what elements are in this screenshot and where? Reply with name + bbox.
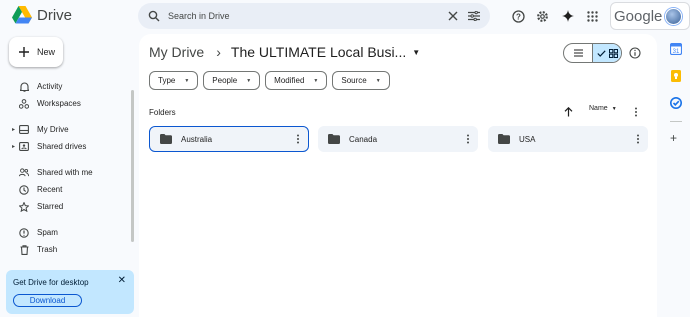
sidebar-item-spam[interactable]: Spam (0, 224, 130, 241)
expand-caret-icon[interactable]: ▸ (12, 143, 15, 150)
dropdown-arrow-icon: ▼ (184, 77, 190, 84)
download-button[interactable]: Download (13, 294, 82, 307)
sort-label: Name (589, 105, 608, 112)
side-panel-rail: 31 + (662, 34, 690, 317)
more-options-icon[interactable] (636, 134, 640, 144)
close-icon[interactable] (448, 11, 458, 21)
account-switcher[interactable]: Google (610, 2, 690, 30)
folder-card[interactable]: Australia (149, 126, 309, 152)
breadcrumb: My Drive › The ULTIMATE Local Busi... ▼ (149, 44, 420, 60)
more-options-icon[interactable] (634, 104, 638, 122)
folder-card[interactable]: Canada (318, 126, 478, 152)
sidebar-item-starred[interactable]: Starred (0, 198, 130, 215)
breadcrumb-root[interactable]: My Drive (149, 44, 204, 60)
sort-by-button[interactable]: Name ▼ (589, 105, 617, 112)
dropdown-arrow-icon: ▼ (611, 105, 617, 112)
filter-people[interactable]: People ▼ (203, 71, 261, 90)
my-drive-icon (19, 125, 29, 135)
help-icon[interactable]: ? (511, 9, 525, 23)
sidebar-item-shared-with-me[interactable]: Shared with me (0, 164, 130, 181)
expand-caret-icon[interactable]: ▸ (12, 126, 15, 133)
check-icon (596, 49, 606, 57)
folder-name: USA (519, 134, 536, 144)
info-icon[interactable] (629, 46, 641, 64)
dropdown-arrow-icon: ▼ (375, 77, 381, 84)
view-toggle (563, 43, 622, 63)
keep-icon[interactable] (670, 70, 682, 82)
filter-chips: Type ▼ People ▼ Modified ▼ Source ▼ (149, 71, 390, 90)
avatar[interactable] (665, 7, 683, 25)
sidebar-scrollbar[interactable] (131, 90, 134, 242)
people-icon (19, 168, 29, 178)
sidebar-item-trash[interactable]: Trash (0, 241, 130, 258)
grid-view-button[interactable] (592, 44, 621, 62)
gemini-sparkle-icon[interactable] (561, 9, 575, 23)
calendar-icon[interactable]: 31 (670, 43, 682, 55)
folder-name: Australia (181, 134, 213, 144)
search-icon[interactable] (148, 10, 160, 22)
search-input[interactable]: Search in Drive (168, 11, 448, 21)
trash-icon (19, 244, 29, 255)
tasks-icon[interactable] (670, 97, 682, 109)
shared-drives-icon (19, 142, 29, 152)
folder-card[interactable]: USA (488, 126, 648, 152)
grid-icon (608, 48, 618, 58)
folder-icon (160, 134, 172, 144)
filter-type[interactable]: Type ▼ (149, 71, 199, 90)
workspaces-icon (19, 98, 29, 109)
bell-icon (19, 81, 29, 92)
search-options-icon[interactable] (468, 11, 480, 21)
divider (670, 121, 682, 122)
breadcrumb-current[interactable]: The ULTIMATE Local Busi... (231, 44, 406, 60)
dropdown-arrow-icon[interactable]: ▼ (412, 48, 420, 57)
app-name: Drive (37, 6, 73, 24)
sidebar-item-workspaces[interactable]: Workspaces (0, 95, 130, 112)
list-icon (573, 49, 583, 57)
svg-text:?: ? (516, 12, 521, 21)
main-content: My Drive › The ULTIMATE Local Busi... ▼ … (139, 34, 657, 317)
chevron-right-icon: › (216, 44, 221, 60)
folder-name: Canada (349, 134, 378, 144)
more-options-icon[interactable] (296, 134, 300, 144)
filter-modified[interactable]: Modified ▼ (265, 71, 328, 90)
drive-logo[interactable]: Drive (12, 6, 72, 24)
folder-icon (498, 134, 510, 144)
dropdown-arrow-icon: ▼ (246, 77, 252, 84)
new-button[interactable]: New (9, 37, 63, 67)
plus-icon (19, 47, 29, 57)
star-icon (19, 201, 29, 212)
folder-icon (328, 134, 340, 144)
sidebar-item-shared-drives[interactable]: ▸ Shared drives (0, 138, 130, 155)
apps-grid-icon[interactable] (585, 9, 599, 23)
sidebar-item-recent[interactable]: Recent (0, 181, 130, 198)
more-options-icon[interactable] (466, 134, 470, 144)
drive-logo-icon (12, 6, 32, 24)
list-view-button[interactable] (564, 44, 592, 62)
spam-icon (19, 227, 29, 238)
sidebar-item-my-drive[interactable]: ▸ My Drive (0, 121, 130, 138)
desktop-promo-card: Get Drive for desktop ✕ Download (6, 270, 134, 314)
promo-title: Get Drive for desktop (13, 278, 89, 287)
search-bar[interactable]: Search in Drive (138, 3, 490, 29)
filter-source[interactable]: Source ▼ (332, 71, 390, 90)
new-button-label: New (37, 47, 56, 57)
settings-gear-icon[interactable] (535, 9, 549, 23)
dropdown-arrow-icon: ▼ (313, 77, 319, 84)
section-title: Folders (149, 108, 176, 117)
svg-text:31: 31 (673, 49, 680, 55)
add-addon-plus-icon[interactable]: + (670, 131, 677, 145)
sort-direction-arrow-icon[interactable] (564, 104, 573, 122)
clock-icon (19, 184, 29, 195)
close-icon[interactable]: ✕ (118, 275, 126, 286)
sidebar-item-activity[interactable]: Activity (0, 78, 130, 95)
google-wordmark: Google (614, 7, 663, 25)
